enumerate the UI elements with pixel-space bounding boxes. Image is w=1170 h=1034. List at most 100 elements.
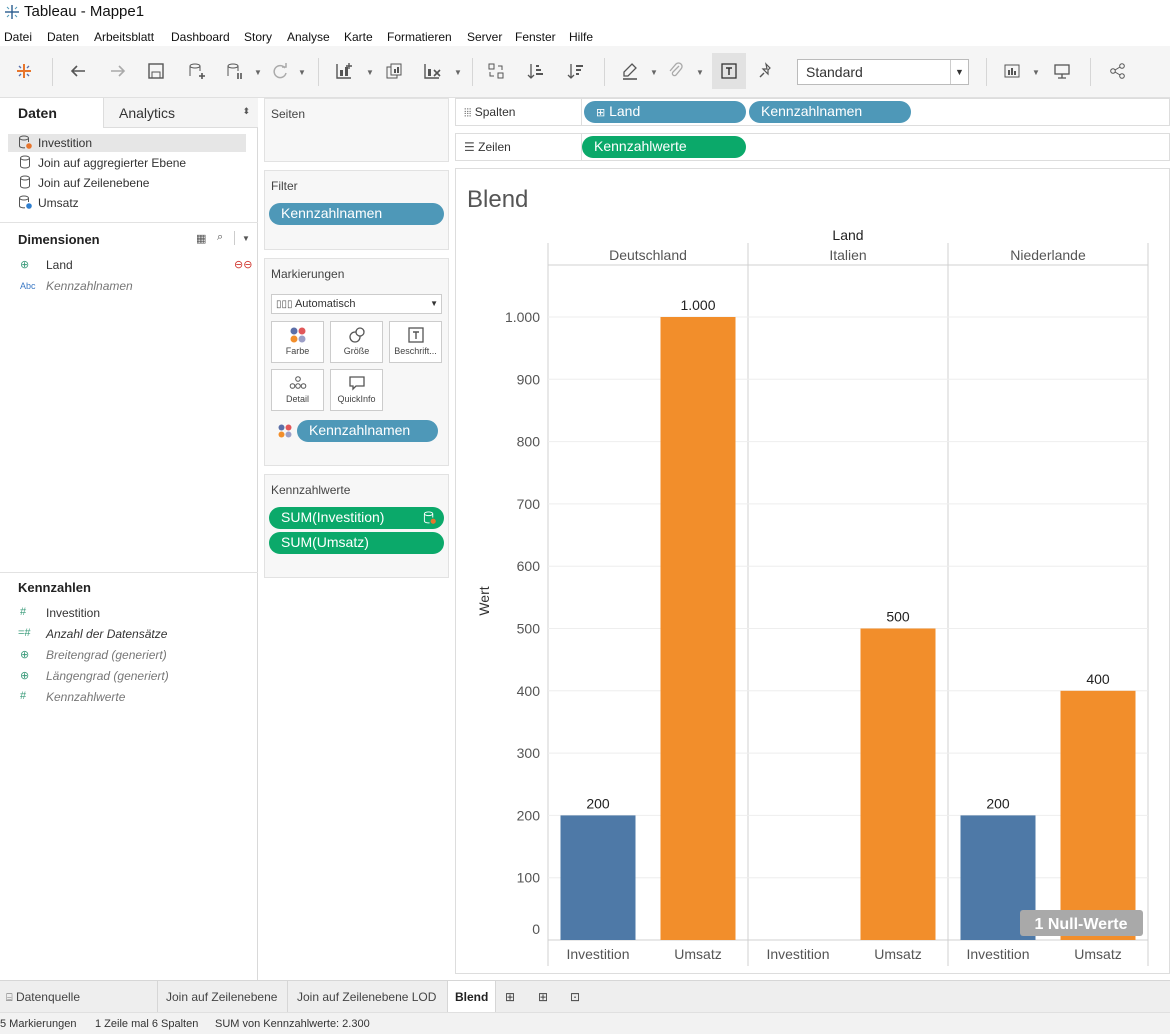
sheet-title: Blend (467, 186, 528, 213)
tooltip-icon (348, 376, 365, 391)
bar-umsatz-0[interactable] (660, 317, 736, 940)
tab-daten[interactable]: Daten (0, 98, 104, 128)
new-dashboard-tab-icon[interactable]: ⊞ (530, 981, 562, 1012)
pause-updates-icon[interactable] (220, 56, 248, 86)
columns-pill-land[interactable]: ⊞ Land (584, 101, 746, 123)
share-icon[interactable] (1104, 56, 1132, 86)
search-icon[interactable]: ⌕ (217, 231, 223, 244)
refresh-icon[interactable] (266, 56, 294, 86)
field-kennzahlnamen[interactable]: Abc Kennzahlnamen (20, 279, 240, 295)
field-anzahl-datensaetze[interactable]: =# Anzahl der Datensätze (18, 627, 240, 643)
swap-rows-columns-icon[interactable] (482, 56, 510, 86)
globe-icon: ⊕ (20, 259, 30, 271)
tab-datenquelle[interactable]: ⌸ Datenquelle (0, 981, 158, 1012)
bar-investition-0[interactable] (560, 815, 636, 940)
undo-icon[interactable] (64, 56, 92, 86)
pages-card[interactable]: Seiten (264, 98, 449, 162)
value-pill-investition[interactable]: SUM(Investition) (269, 507, 444, 529)
sort-descending-icon[interactable] (562, 56, 590, 86)
x-tick-label: Umsatz (674, 946, 721, 962)
new-worksheet-icon[interactable] (330, 56, 358, 86)
value-pill-umsatz[interactable]: SUM(Umsatz) (269, 532, 444, 554)
field-laengengrad[interactable]: ⊕ Längengrad (generiert) (20, 669, 240, 685)
primary-datasource-icon (423, 511, 436, 524)
menu-formatieren[interactable]: Formatieren (387, 30, 452, 44)
y-tick-label: 800 (517, 434, 541, 450)
show-me-icon[interactable] (998, 56, 1026, 86)
view-as-list-icon[interactable]: ▦ (196, 232, 206, 245)
tab-analytics[interactable]: Analytics ⬍ (104, 98, 258, 128)
tab-join-zeilenebene[interactable]: Join auf Zeilenebene (158, 981, 288, 1012)
bar-value-label: 500 (886, 609, 910, 625)
clear-sheet-icon[interactable] (418, 56, 446, 86)
mark-color-button[interactable]: Farbe (271, 321, 324, 363)
new-worksheet-tab-icon[interactable]: ⊞ (496, 981, 528, 1012)
presentation-mode-icon[interactable] (1048, 56, 1076, 86)
tab-blend[interactable]: Blend (448, 981, 496, 1012)
fix-axes-icon[interactable] (752, 56, 780, 86)
y-tick-label: 0 (532, 921, 540, 937)
null-values-text: 1 Null-Werte (1034, 916, 1127, 933)
sort-ascending-icon[interactable] (522, 56, 550, 86)
rows-shelf[interactable]: ☰ Zeilen Kennzahlwerte (455, 133, 1170, 161)
menu-dashboard[interactable]: Dashboard (171, 30, 230, 44)
color-icon (290, 327, 305, 343)
null-values-badge[interactable]: 1 Null-Werte (1020, 910, 1143, 936)
datasource-icon (20, 155, 30, 169)
new-story-tab-icon[interactable]: ⊡ (562, 981, 594, 1012)
group-members-icon[interactable] (662, 56, 690, 86)
filter-card-title: Filter (271, 179, 298, 193)
datasource-join-zeilenebene[interactable]: Join auf Zeilenebene (8, 174, 246, 192)
fit-select[interactable]: Standard ▼ (797, 59, 969, 85)
filter-card[interactable]: Filter Kennzahlnamen (264, 170, 449, 250)
calculated-measure-icon: =# (18, 627, 31, 639)
field-kennzahlwerte[interactable]: # Kennzahlwerte (20, 690, 240, 706)
datasource-join-aggregiert[interactable]: Join auf aggregierter Ebene (8, 154, 246, 172)
bar-chart[interactable]: Blend Land Deutschland Italien Niederlande… (456, 169, 1169, 973)
duplicate-sheet-icon[interactable] (380, 56, 408, 86)
menu-arbeitsblatt[interactable]: Arbeitsblatt (94, 30, 154, 44)
save-icon[interactable] (142, 56, 170, 86)
new-datasource-icon[interactable] (182, 56, 210, 86)
bar-umsatz-2[interactable] (1060, 690, 1136, 940)
menu-hilfe[interactable]: Hilfe (569, 30, 593, 44)
menu-fenster[interactable]: Fenster (515, 30, 556, 44)
expand-plus-icon[interactable]: ⊞ (596, 107, 605, 119)
rows-pill-kennzahlwerte[interactable]: Kennzahlwerte (582, 136, 746, 158)
chevron-down-icon: ▼ (430, 299, 438, 308)
mark-tooltip-button[interactable]: QuickInfo (330, 369, 383, 411)
menu-karte[interactable]: Karte (344, 30, 373, 44)
bar-umsatz-1[interactable] (860, 628, 936, 941)
datasource-investition[interactable]: Investition (8, 134, 246, 152)
tab-join-zeilenebene-lod[interactable]: Join auf Zeilenebene LOD (288, 981, 448, 1012)
columns-shelf[interactable]: ⦙⦙⦙ Spalten ⊞ Land Kennzahlnamen (455, 98, 1170, 126)
chevron-down-icon[interactable]: ▼ (242, 234, 250, 243)
redo-icon[interactable] (104, 56, 132, 86)
mark-size-button[interactable]: Größe (330, 321, 383, 363)
tab-menu-icon[interactable]: ⬍ (242, 106, 250, 117)
columns-pill-kennzahlnamen[interactable]: Kennzahlnamen (749, 101, 911, 123)
mark-type-select[interactable]: ▯▯▯ Automatisch ▼ (271, 294, 442, 314)
show-mark-labels-icon[interactable] (712, 53, 746, 89)
toolbar: ▼ ▼ ▼ ▼ ▼ ▼ Standard ▼ ▼ (0, 46, 1170, 98)
y-tick-label: 700 (517, 496, 541, 512)
field-land[interactable]: ⊕ Land ⊖⊖ (20, 258, 252, 274)
menu-analyse[interactable]: Analyse (287, 30, 330, 44)
globe-icon: ⊕ (20, 649, 30, 661)
x-tick-label: Umsatz (874, 946, 921, 962)
mark-detail-button[interactable]: Detail (271, 369, 324, 411)
menu-server[interactable]: Server (467, 30, 502, 44)
filter-pill-kennzahlnamen[interactable]: Kennzahlnamen (269, 203, 444, 225)
highlight-icon[interactable] (616, 56, 644, 86)
link-icon[interactable]: ⊖⊖ (234, 258, 252, 271)
color-pill-kennzahlnamen[interactable]: Kennzahlnamen (297, 420, 438, 442)
datasource-umsatz[interactable]: Umsatz (8, 194, 246, 212)
menu-story[interactable]: Story (244, 30, 272, 44)
field-investition[interactable]: # Investition (20, 606, 240, 622)
menu-daten[interactable]: Daten (47, 30, 79, 44)
mark-label-button[interactable]: Beschrift... (389, 321, 442, 363)
bar-value-label: 400 (1086, 671, 1110, 687)
tableau-home-icon[interactable] (10, 56, 38, 86)
field-breitengrad[interactable]: ⊕ Breitengrad (generiert) (20, 648, 240, 664)
menu-datei[interactable]: Datei (4, 30, 32, 44)
